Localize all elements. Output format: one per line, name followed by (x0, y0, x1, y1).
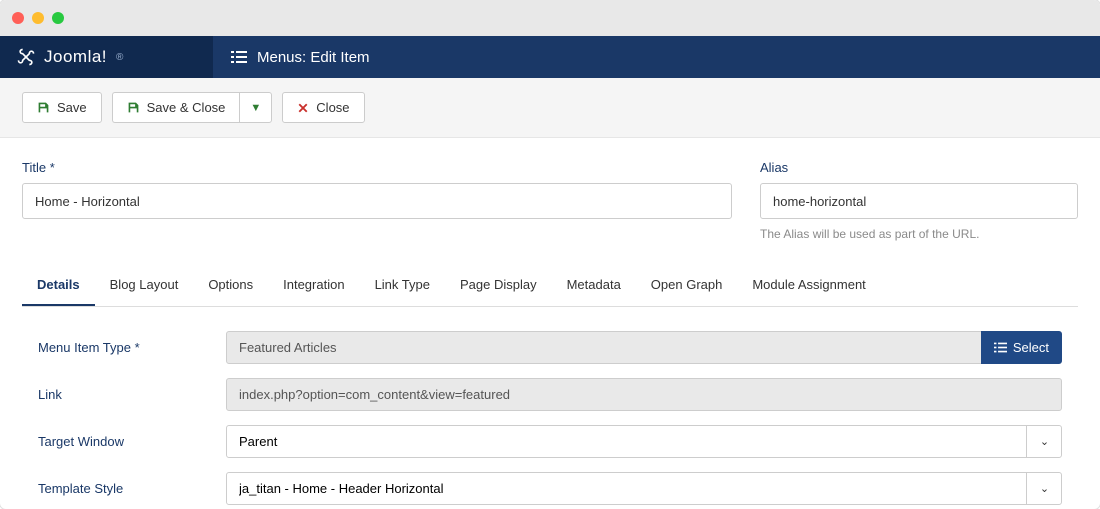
tab-integration[interactable]: Integration (268, 265, 359, 306)
list-icon (994, 341, 1007, 354)
details-panel: Menu Item Type * Featured Articles Selec… (22, 307, 1078, 509)
title-field-group: Title * (22, 160, 732, 241)
alias-helper: The Alias will be used as part of the UR… (760, 227, 1078, 241)
tab-options[interactable]: Options (193, 265, 268, 306)
save-icon (127, 101, 140, 114)
app-header: Joomla!® Menus: Edit Item (0, 36, 1100, 78)
link-label: Link (38, 387, 226, 402)
save-close-button[interactable]: Save & Close (112, 92, 240, 123)
toolbar: Save Save & Close ▼ Close (0, 78, 1100, 138)
alias-label: Alias (760, 160, 1078, 175)
tab-module-assignment[interactable]: Module Assignment (737, 265, 880, 306)
menu-item-type-row: Menu Item Type * Featured Articles Selec… (38, 331, 1062, 364)
save-close-group: Save & Close ▼ (112, 92, 273, 123)
select-button-label: Select (1013, 340, 1049, 355)
target-window-select[interactable]: Parent (226, 425, 1062, 458)
close-button[interactable]: Close (282, 92, 364, 123)
list-icon (231, 49, 247, 65)
titlebar (0, 0, 1100, 36)
tabs: Details Blog Layout Options Integration … (22, 265, 1078, 307)
target-window-row: Target Window Parent ⌄ (38, 425, 1062, 458)
content-area: Title * Alias The Alias will be used as … (0, 138, 1100, 509)
joomla-logo-icon (16, 47, 36, 67)
close-icon (297, 102, 309, 114)
title-alias-row: Title * Alias The Alias will be used as … (22, 160, 1078, 241)
select-type-button[interactable]: Select (981, 331, 1062, 364)
template-style-select[interactable]: ja_titan - Home - Header Horizontal (226, 472, 1062, 505)
target-window-label: Target Window (38, 434, 226, 449)
window-close-dot[interactable] (12, 12, 24, 24)
menu-item-type-label: Menu Item Type * (38, 340, 226, 355)
tab-link-type[interactable]: Link Type (360, 265, 445, 306)
link-value: index.php?option=com_content&view=featur… (226, 378, 1062, 411)
title-label: Title * (22, 160, 732, 175)
brand-name: Joomla! (44, 47, 107, 67)
tab-metadata[interactable]: Metadata (552, 265, 636, 306)
chevron-down-icon: ▼ (250, 102, 261, 114)
window-zoom-dot[interactable] (52, 12, 64, 24)
save-button[interactable]: Save (22, 92, 102, 123)
template-style-label: Template Style (38, 481, 226, 496)
template-style-row: Template Style ja_titan - Home - Header … (38, 472, 1062, 505)
tab-page-display[interactable]: Page Display (445, 265, 552, 306)
tab-blog-layout[interactable]: Blog Layout (95, 265, 194, 306)
tab-details[interactable]: Details (22, 265, 95, 306)
alias-field-group: Alias The Alias will be used as part of … (760, 160, 1078, 241)
tab-open-graph[interactable]: Open Graph (636, 265, 738, 306)
link-row: Link index.php?option=com_content&view=f… (38, 378, 1062, 411)
page-title: Menus: Edit Item (257, 49, 370, 66)
save-close-label: Save & Close (147, 100, 226, 115)
brand[interactable]: Joomla!® (0, 36, 213, 78)
menu-item-type-value: Featured Articles (226, 331, 982, 364)
alias-input[interactable] (760, 183, 1078, 219)
app-window: Joomla!® Menus: Edit Item Save (0, 0, 1100, 509)
save-icon (37, 101, 50, 114)
close-label: Close (316, 100, 349, 115)
title-input[interactable] (22, 183, 732, 219)
window-minimize-dot[interactable] (32, 12, 44, 24)
save-dropdown-button[interactable]: ▼ (239, 92, 272, 123)
save-label: Save (57, 100, 87, 115)
page-heading: Menus: Edit Item (213, 36, 388, 78)
